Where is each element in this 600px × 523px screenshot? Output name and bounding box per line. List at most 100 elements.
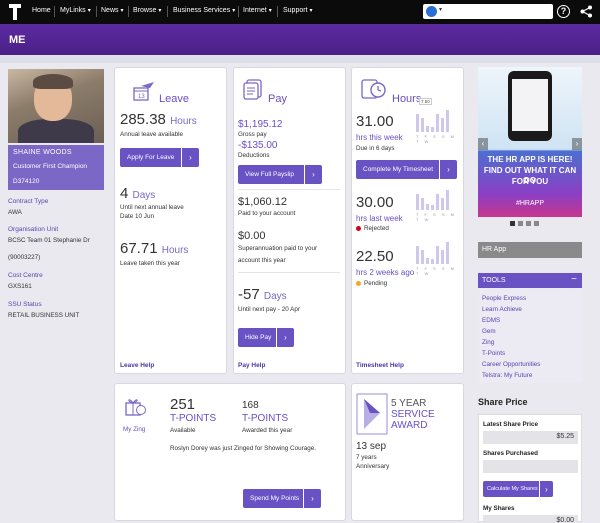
collapse-icon[interactable]: − [571,274,577,285]
profile-role: Customer First Champion [13,163,88,170]
nav-divider [167,6,168,17]
shares-purchased-label: Shares Purchased [483,450,538,457]
help-icon[interactable]: ? [557,5,570,18]
search-input[interactable]: ▾ [423,4,553,19]
chevron-down-icon: ▾ [268,8,272,14]
weekday-labels: T F S S M T W [416,266,457,276]
zing-message: Roslyn Dorey was just Zinged for Showing… [170,445,316,452]
tools-panel: TOOLS − People Express Learn Achieve EDMS… [478,273,582,383]
clock-icon [361,79,386,99]
carousel-dot[interactable] [526,221,531,226]
chevron-down-icon: ▾ [232,8,236,14]
nav-internet-label: Internet [243,7,267,14]
org-unit-label: Organisation Unit [8,226,59,233]
banner-text-1: THE HR APP IS HERE! [487,155,573,164]
award-anniversary: Anniversary [356,463,390,470]
nav-divider [96,6,97,17]
hours-sparkline-3 [416,240,449,264]
timesheet-help-link[interactable]: Timesheet Help [356,362,404,369]
nav-business-services[interactable]: Business Services ▾ [173,7,235,14]
nav-mylinks[interactable]: MyLinks ▾ [60,7,91,14]
cost-centre-label: Cost Centre [8,272,43,279]
pending-status-dot [356,281,361,286]
gross-pay-label: Gross pay [238,131,267,138]
complete-timesheet-label: Complete My Timesheet [363,166,434,173]
my-zing-link[interactable]: My Zing [123,426,145,433]
chevron-right-icon: › [439,160,457,179]
tool-link[interactable]: Zing [482,339,494,346]
tpoints-awarded-unit: T-POINTS [242,413,289,424]
pay-card: Pay $1,195.12 Gross pay -$135.00 Deducti… [233,67,346,374]
leave-taken-unit: Hours [161,245,189,256]
next-pay-days-unit: Days [263,291,287,302]
hr-app-link[interactable]: HR App [478,242,582,258]
top-nav: Home MyLinks ▾ News ▾ Browse ▾ Business Ser… [0,0,600,24]
timesheet-due: Due in 6 days [356,145,395,152]
super-label-1: Superannuation paid to your [238,245,318,252]
tool-link[interactable]: Gem [482,328,496,335]
tool-link[interactable]: Learn Achieve [482,306,522,313]
chevron-down-icon[interactable]: ▾ [439,6,442,13]
tool-link[interactable]: EDMS [482,317,500,324]
search-icon[interactable] [541,5,553,17]
chevron-right-icon: › [181,148,199,167]
apply-leave-button[interactable]: Apply For Leave › [120,148,199,167]
tool-link[interactable]: Telstra: My Future [482,372,532,379]
hours-card: Hours 7.50 T F S S M T W 31.00 hrs this … [351,67,464,374]
carousel-dot[interactable] [534,221,539,226]
tools-header[interactable]: TOOLS − [478,273,582,288]
view-payslip-button[interactable]: View Full Payslip › [238,165,322,184]
nav-home[interactable]: Home [32,7,51,14]
calculate-shares-button[interactable]: Calculate My Shares › [483,481,553,497]
leave-taken-caption: Leave taken this year [120,260,180,267]
next-pay-days: -57 Days [238,286,287,303]
profile-photo [8,69,104,143]
view-payslip-label: View Full Payslip [245,171,295,178]
nav-internet[interactable]: Internet ▾ [243,7,272,14]
header-shadow [0,55,600,63]
hours-two-weeks-value: 22.50 [356,248,394,265]
carousel-dot[interactable] [510,221,515,226]
leave-hours-unit: Hours [170,116,197,127]
award-icon [356,393,388,435]
latest-share-price-value: $5.25 [483,431,578,444]
shares-purchased-input[interactable] [483,460,578,473]
nav-mylinks-label: MyLinks [60,7,86,14]
nav-business-services-label: Business Services [173,7,231,14]
org-unit-value: BCSC Team 01 Stephanie Dr [8,237,90,244]
profile-panel: SHAINE WOODS Customer First Champion D37… [5,67,104,517]
contract-type-label: Contract Type [8,198,49,205]
nav-browse[interactable]: Browse ▾ [133,7,161,14]
ssu-status-label: SSU Status [8,301,42,308]
next-pay-days-value: -57 [238,286,260,303]
chevron-down-icon: ▾ [309,8,313,14]
leave-taken-value: 67.71 [120,240,158,257]
complete-timesheet-button[interactable]: Complete My Timesheet › [356,160,457,179]
leave-hours-value: 285.38 [120,111,166,128]
carousel-next-icon[interactable]: › [572,138,582,150]
hours-title: Hours [392,93,422,105]
leave-help-link[interactable]: Leave Help [120,362,154,369]
calculate-shares-label: Calculate My Shares [487,486,538,492]
share-icon[interactable] [580,5,593,18]
tool-link[interactable]: Career Opportunities [482,361,540,368]
leave-hours-caption: Annual leave available [120,131,184,138]
hr-app-banner[interactable]: ‹ › THE HR APP IS HERE! FIND OUT WHAT IT… [478,67,582,217]
hide-pay-button[interactable]: Hide Pay › [238,328,294,347]
pay-help-link[interactable]: Pay Help [238,362,265,369]
nav-support[interactable]: Support ▾ [283,7,313,14]
rejected-status-label: Rejected [364,225,389,232]
tool-link[interactable]: People Express [482,295,526,302]
spend-points-button[interactable]: Spend My Points › [243,489,321,508]
telstra-logo-icon[interactable] [8,3,22,21]
nav-divider [238,6,239,17]
chevron-right-icon: › [304,165,322,184]
nav-news[interactable]: News ▾ [101,7,124,14]
banner-hashtag: #HRAPP [515,200,544,207]
carousel-dot[interactable] [518,221,523,226]
svg-text:13: 13 [138,94,145,100]
carousel-prev-icon[interactable]: ‹ [478,138,488,150]
globe-icon[interactable] [426,6,437,17]
award-years: 7 years [356,454,377,461]
tool-link[interactable]: T-Points [482,350,505,357]
